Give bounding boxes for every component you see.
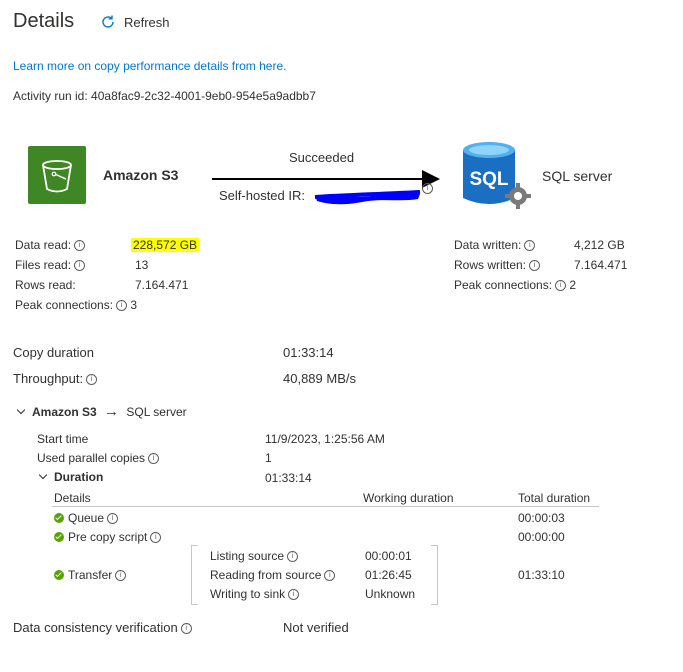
throughput-value: 40,889 MB/s xyxy=(283,371,356,386)
start-time-label: Start time xyxy=(37,432,89,446)
transfer-total: 01:33:10 xyxy=(518,568,565,582)
refresh-button[interactable]: Refresh xyxy=(100,14,170,30)
pre-copy-info-icon[interactable]: i xyxy=(150,532,162,543)
listing-source-label: Listing source i xyxy=(210,549,299,563)
page-title: Details xyxy=(13,10,75,32)
pre-copy-row: Pre copy script i xyxy=(54,530,162,544)
table-divider xyxy=(52,506,599,507)
reading-source-value: 01:26:45 xyxy=(365,568,412,582)
duration-toggle[interactable]: Duration xyxy=(38,470,103,484)
throughput-label: Throughput: i xyxy=(13,371,98,386)
amazon-s3-icon xyxy=(28,146,86,204)
activity-run-label: Activity run id: xyxy=(13,89,88,103)
chevron-down-icon xyxy=(16,405,26,415)
data-written-value: 4,212 GB xyxy=(574,238,625,252)
verification-value: Not verified xyxy=(283,620,349,635)
data-read-info-icon[interactable]: i xyxy=(74,240,86,251)
data-read-label: Data read: i xyxy=(15,238,86,252)
pre-copy-total: 00:00:00 xyxy=(518,530,565,544)
rows-written-value: 7.164.471 xyxy=(574,258,628,272)
files-read-info-icon[interactable]: i xyxy=(74,260,86,271)
sql-server-icon: SQL xyxy=(463,142,531,209)
queue-total: 00:00:03 xyxy=(518,511,565,525)
writing-sink-label: Writing to sink i xyxy=(210,587,300,601)
transfer-row: Transfer i xyxy=(54,568,127,582)
source-peak-info-icon[interactable]: i xyxy=(116,300,128,311)
data-written-label: Data written: i xyxy=(454,238,536,252)
reading-source-label: Reading from source i xyxy=(210,568,336,582)
pair-sink: SQL server xyxy=(126,405,187,419)
rows-read-value: 7.164.471 xyxy=(135,278,189,292)
source-peak-connections: Peak connections: i 3 xyxy=(15,298,138,312)
verification-label: Data consistency verification i xyxy=(13,620,192,635)
transfer-bracket-right xyxy=(431,545,438,605)
status-text: Succeeded xyxy=(289,150,355,165)
files-read-label: Files read: i xyxy=(15,258,86,272)
pair-source: Amazon S3 xyxy=(32,405,97,419)
rows-written-label: Rows written: i xyxy=(454,258,541,272)
details-header: Details xyxy=(54,491,91,505)
writing-sink-value: Unknown xyxy=(365,587,416,601)
pair-toggle[interactable]: Amazon S3 → SQL server xyxy=(16,403,187,420)
total-duration-header: Total duration xyxy=(518,491,591,505)
copy-duration-value: 01:33:14 xyxy=(283,345,334,360)
transfer-bracket-left xyxy=(191,545,198,605)
files-read-value: 13 xyxy=(135,258,149,272)
listing-source-value: 00:00:01 xyxy=(365,549,412,563)
parallel-info-icon[interactable]: i xyxy=(148,453,160,464)
writing-sink-info-icon[interactable]: i xyxy=(288,589,300,600)
data-written-info-icon[interactable]: i xyxy=(524,240,536,251)
refresh-label: Refresh xyxy=(124,14,170,30)
check-icon xyxy=(54,570,64,580)
learn-more-link[interactable]: Learn more on copy performance details f… xyxy=(13,59,286,73)
listing-source-info-icon[interactable]: i xyxy=(287,551,299,562)
copy-duration-label: Copy duration xyxy=(13,345,94,360)
data-read-value: 228,572 GB xyxy=(131,238,200,252)
check-icon xyxy=(54,513,64,523)
queue-row: Queue i xyxy=(54,511,119,525)
throughput-info-icon[interactable]: i xyxy=(86,374,98,385)
start-time-value: 11/9/2023, 1:25:56 AM xyxy=(265,432,385,446)
sink-name: SQL server xyxy=(542,168,613,184)
queue-info-icon[interactable]: i xyxy=(107,513,119,524)
check-icon xyxy=(54,532,64,542)
transfer-info-icon[interactable]: i xyxy=(115,570,127,581)
sink-peak-connections: Peak connections: i 2 xyxy=(454,278,577,292)
source-name: Amazon S3 xyxy=(103,167,179,183)
chevron-down-icon xyxy=(38,470,48,480)
verification-info-icon[interactable]: i xyxy=(180,623,192,634)
activity-run-value: 40a8fac9-2c32-4001-9eb0-954e5a9adbb7 xyxy=(91,89,316,103)
reading-source-info-icon[interactable]: i xyxy=(324,570,336,581)
activity-run-id: Activity run id: 40a8fac9-2c32-4001-9eb0… xyxy=(13,89,316,103)
sql-icon-text: SQL xyxy=(469,169,508,190)
working-duration-header: Working duration xyxy=(363,491,454,505)
parallel-copies-label: Used parallel copies i xyxy=(37,451,160,465)
ir-info-icon[interactable]: i xyxy=(422,183,433,194)
duration-value: 01:33:14 xyxy=(265,471,312,485)
ir-label: Self-hosted IR: xyxy=(219,188,305,203)
redaction-mark xyxy=(314,190,421,205)
pair-arrow-icon: → xyxy=(104,403,120,420)
sink-peak-info-icon[interactable]: i xyxy=(555,280,567,291)
rows-read-label: Rows read: xyxy=(15,278,76,292)
refresh-icon xyxy=(102,15,114,28)
rows-written-info-icon[interactable]: i xyxy=(529,260,541,271)
parallel-copies-value: 1 xyxy=(265,451,272,465)
